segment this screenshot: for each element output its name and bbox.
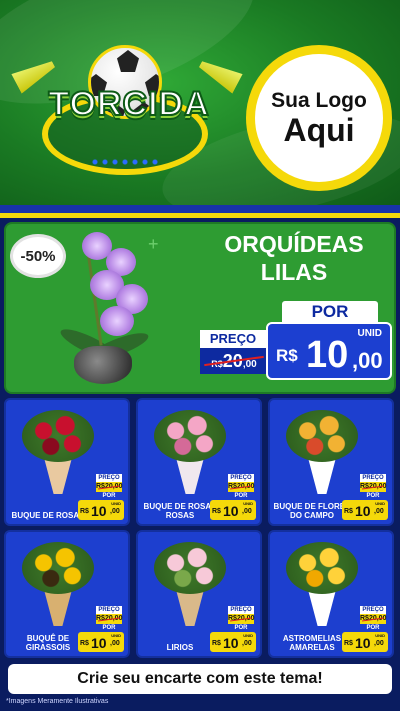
discount-badge: -50% [10,234,66,278]
new-price: UNID R$ 10 ,00 [78,500,124,520]
por-label: POR [230,624,252,632]
preco-label: PREÇO [228,606,254,614]
new-price: UNID R$ 10 ,00 [266,322,392,380]
old-price: R$20,00 [228,614,255,624]
divider-blue [0,205,400,213]
product-card[interactable]: BUQUE DE FLORES DO CAMPO PREÇO R$20,00 P… [268,398,394,526]
currency-label: R$ [344,640,353,647]
price-value: 10 [91,635,107,651]
logo-inner: Sua Logo Aqui [255,54,383,182]
price-cents: ,00 [374,640,384,647]
old-price: R$20,00 [200,348,268,374]
price-cents: ,00 [242,640,252,647]
unid-label: UNID [375,633,385,638]
product-card[interactable]: ASTROMELIAS AMARELAS PREÇO R$20,00 POR U… [268,530,394,658]
product-name: BUQUÊ DE GIRASSOIS [25,634,71,652]
cta-banner[interactable]: Crie seu encarte com este tema! [8,664,392,694]
currency-label: R$ [80,640,89,647]
product-card[interactable]: BUQUÊ DE GIRASSOIS PREÇO R$20,00 POR UNI… [4,530,130,658]
por-label: POR [230,492,252,500]
hero-title: ORQUÍDEAS LILAS [224,231,364,285]
new-price: UNID R$ 10 ,00 [78,632,124,652]
price-cents: ,00 [374,508,384,515]
new-price: UNID R$ 10 ,00 [342,500,388,520]
old-price: R$20,00 [360,614,387,624]
por-label: POR [362,624,384,632]
price-value: 10 [355,635,371,651]
new-price: UNID R$ 10 ,00 [210,500,256,520]
bouquet-image [278,404,368,494]
preco-label: PREÇO [360,474,386,482]
header-banner: TORCIDA Sua Logo Aqui [0,0,400,207]
currency-label: R$ [212,640,221,647]
preco-label: PREÇO [228,474,254,482]
bouquet-image [278,536,368,626]
unid-label: UNID [357,328,382,339]
product-card[interactable]: LIRIOS PREÇO R$20,00 POR UNID R$ 10 ,00 [136,530,262,658]
new-price: UNID R$ 10 ,00 [342,632,388,652]
product-name: ASTROMELIAS AMARELAS [282,634,342,652]
logo-line-2: Aqui [283,112,355,148]
preco-label: PREÇO [200,330,266,348]
por-label: POR [282,301,378,323]
price-value: 10 [223,503,239,519]
torcida-emblem: TORCIDA [20,45,230,180]
old-price: R$20,00 [360,482,387,492]
product-name: BUQUE DE ROSAS ROSAS [143,502,217,520]
footnote: *Imagens Meramente Ilustrativas [6,698,109,705]
unid-label: UNID [375,501,385,506]
old-price: R$20,00 [96,614,123,624]
product-name: BUQUE DE ROSAS [11,511,85,520]
new-price: UNID R$ 10 ,00 [210,632,256,652]
bouquet-image [14,404,104,494]
old-price: R$20,00 [228,482,255,492]
currency-label: R$ [276,346,298,365]
orchid-image [57,226,160,386]
price-value: 10 [355,503,371,519]
price-value: 10 [91,503,107,519]
por-label: POR [98,624,120,632]
bouquet-image [146,536,236,626]
por-label: POR [98,492,120,500]
product-name: LIRIOS [166,643,194,652]
bouquet-image [146,404,236,494]
logo-placeholder[interactable]: Sua Logo Aqui [246,45,392,191]
price-cents: ,00 [110,508,120,515]
price-cents: ,00 [242,508,252,515]
old-price: R$20,00 [96,482,123,492]
unid-label: UNID [243,633,253,638]
currency-label: R$ [344,508,353,515]
brand-word: TORCIDA [47,84,210,124]
currency-label: R$ [80,508,89,515]
unid-label: UNID [111,633,121,638]
unid-label: UNID [111,501,121,506]
emblem-dots [90,157,160,167]
preco-label: PREÇO [96,474,122,482]
price-cents: ,00 [110,640,120,647]
unid-label: UNID [243,501,253,506]
currency-label: R$ [212,508,221,515]
preco-label: PREÇO [360,606,386,614]
bouquet-image [14,536,104,626]
logo-line-1: Sua Logo [271,89,367,112]
product-name: BUQUE DE FLORES DO CAMPO [273,502,351,520]
product-card[interactable]: BUQUE DE ROSAS PREÇO R$20,00 POR UNID R$… [4,398,130,526]
price-cents: ,00 [352,348,383,373]
por-label: POR [362,492,384,500]
price-value: 10 [223,635,239,651]
price-value: 10 [306,334,349,376]
preco-label: PREÇO [96,606,122,614]
product-card[interactable]: BUQUE DE ROSAS ROSAS PREÇO R$20,00 POR U… [136,398,262,526]
